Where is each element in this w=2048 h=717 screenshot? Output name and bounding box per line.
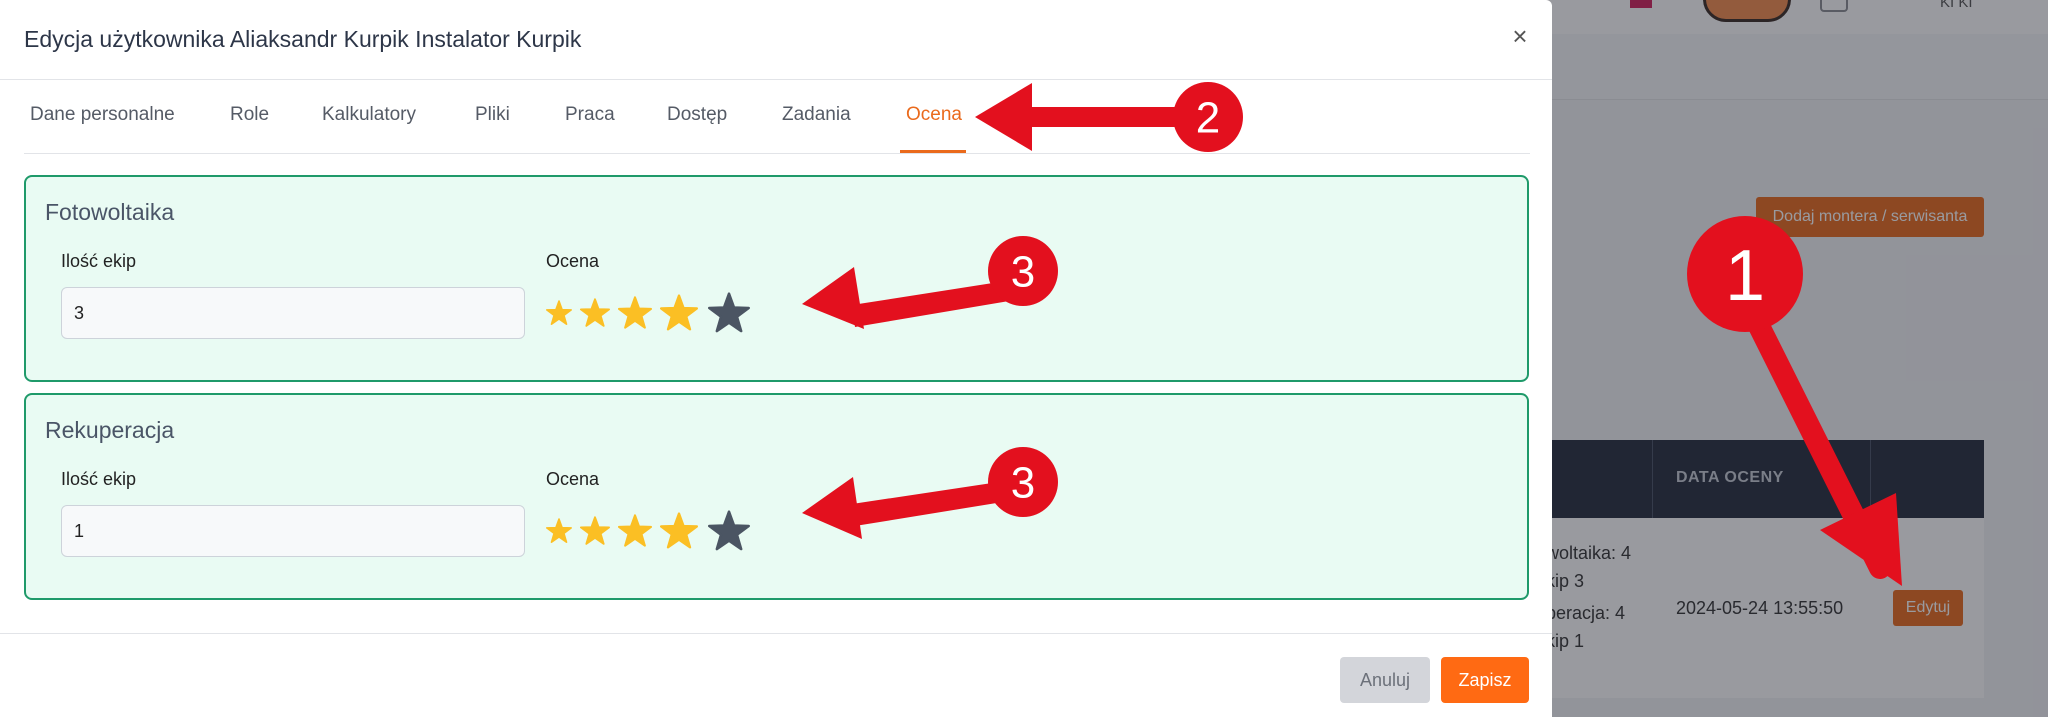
star-icon[interactable] bbox=[580, 516, 610, 546]
star-icon[interactable] bbox=[618, 514, 652, 548]
tab-work[interactable]: Praca bbox=[565, 104, 615, 126]
section-title: Rekuperacja bbox=[45, 417, 175, 443]
divider bbox=[0, 633, 1552, 634]
rating-label: Ocena bbox=[546, 469, 600, 489]
tab-files[interactable]: Pliki bbox=[475, 104, 510, 126]
star-icon[interactable] bbox=[580, 298, 610, 328]
star-icon[interactable] bbox=[660, 512, 698, 550]
star-icon[interactable] bbox=[546, 300, 572, 326]
tab-personal-data[interactable]: Dane personalne bbox=[30, 104, 175, 126]
star-icon[interactable] bbox=[708, 292, 750, 334]
star-rating[interactable] bbox=[546, 507, 776, 555]
tab-access[interactable]: Dostęp bbox=[667, 104, 727, 126]
edit-user-modal: Edycja użytkownika Aliaksandr Kurpik Ins… bbox=[0, 0, 1552, 717]
star-rating[interactable] bbox=[546, 289, 776, 337]
modal-title: Edycja użytkownika Aliaksandr Kurpik Ins… bbox=[24, 26, 582, 52]
tab-roles[interactable]: Role bbox=[230, 104, 269, 126]
cancel-button[interactable]: Anuluj bbox=[1340, 657, 1430, 703]
section-rekuperacja: Rekuperacja Ilość ekip 1 Ocena bbox=[24, 393, 1529, 600]
save-button[interactable]: Zapisz bbox=[1441, 657, 1529, 703]
star-icon[interactable] bbox=[660, 294, 698, 332]
section-fotowoltaika: Fotowoltaika Ilość ekip 3 Ocena bbox=[24, 175, 1529, 382]
rating-label: Ocena bbox=[546, 251, 600, 271]
star-icon[interactable] bbox=[618, 296, 652, 330]
teams-count-input[interactable]: 1 bbox=[61, 505, 525, 557]
active-tab-indicator bbox=[900, 150, 966, 153]
star-icon[interactable] bbox=[708, 510, 750, 552]
tab-bar: Dane personalne Role Kalkulatory Pliki P… bbox=[0, 80, 1530, 154]
tab-divider bbox=[24, 153, 1530, 154]
close-icon[interactable]: × bbox=[1506, 22, 1534, 50]
teams-count-input[interactable]: 3 bbox=[61, 287, 525, 339]
tab-rating[interactable]: Ocena bbox=[906, 104, 962, 126]
star-icon[interactable] bbox=[546, 518, 572, 544]
teams-count-label: Ilość ekip bbox=[61, 469, 137, 489]
section-title: Fotowoltaika bbox=[45, 199, 175, 225]
tab-tasks[interactable]: Zadania bbox=[782, 104, 851, 126]
teams-count-label: Ilość ekip bbox=[61, 251, 137, 271]
tab-calculators[interactable]: Kalkulatory bbox=[322, 104, 416, 126]
